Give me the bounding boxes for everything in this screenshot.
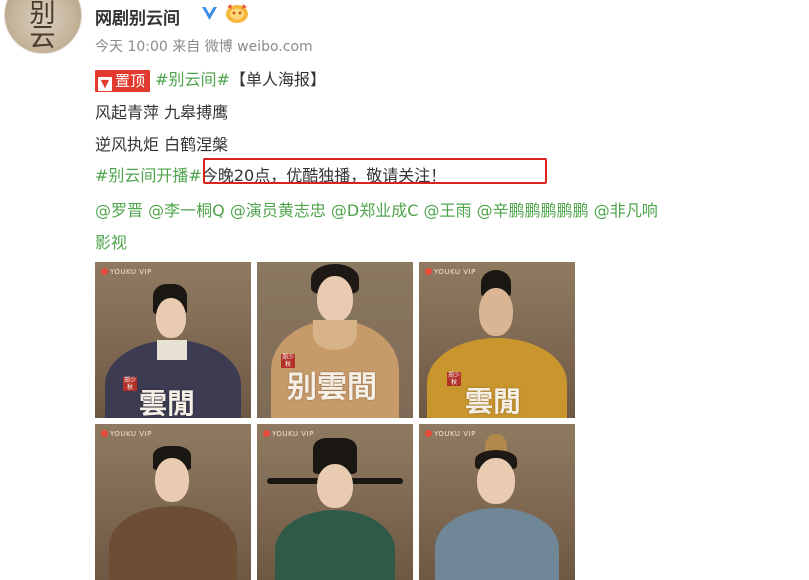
post-meta: 今天 10:00 来自 微博 weibo.com	[95, 36, 313, 56]
hashtag-link[interactable]: #别云间#	[155, 70, 230, 89]
post-line-2: 风起青萍 九皋搏鹰	[95, 103, 229, 122]
mention-link[interactable]: @李一桐Q	[148, 201, 225, 220]
post-time[interactable]: 今天 10:00	[95, 39, 168, 55]
poster-image[interactable]: YOUKU VIP	[419, 424, 575, 580]
poster-image[interactable]: YOUKU VIP 郑少秋 雲閒	[419, 262, 575, 418]
poster-image[interactable]: YOUKU VIP	[257, 424, 413, 580]
mentions-line: @罗晋 @李一桐Q @演员黄志忠 @D郑业成C @王雨 @辛鹏鹏鹏鹏鹏 @非凡响	[95, 197, 658, 221]
poster-title: 别雲間	[287, 370, 377, 405]
hashtag-link[interactable]: #别云间开播#	[95, 166, 202, 185]
post-line-1: ▼ 置顶 #别云间#【单人海报】	[95, 66, 326, 92]
youku-logo: YOUKU VIP	[101, 430, 152, 438]
pin-icon: ▼	[98, 76, 112, 91]
pinned-badge: ▼ 置顶	[95, 69, 151, 92]
mention-link[interactable]: @非凡响	[594, 201, 658, 220]
user-avatar[interactable]: 别云	[4, 0, 82, 54]
youku-logo: YOUKU VIP	[425, 430, 476, 438]
youku-logo: YOUKU VIP	[101, 268, 152, 276]
post-line-1-text: 【单人海报】	[229, 70, 326, 89]
mention-link[interactable]: @罗晋	[95, 201, 143, 220]
mention-link[interactable]: @辛鹏鹏鹏鹏鹏	[477, 201, 589, 220]
pin-label: 置顶	[115, 71, 146, 90]
poster-image[interactable]: 郑少秋 别雲間	[257, 262, 413, 418]
poster-title: 雲閒	[139, 387, 196, 418]
source-prefix: 来自	[172, 39, 201, 55]
mention-link[interactable]: @王雨	[424, 201, 472, 220]
username[interactable]: 网剧别云间	[95, 4, 180, 29]
poster-image[interactable]: YOUKU VIP 郑少秋 雲閒	[95, 262, 251, 418]
mention-link[interactable]: @演员黄志忠	[230, 201, 326, 220]
avatar-glyph: 别云	[25, 0, 55, 47]
youku-logo: YOUKU VIP	[263, 430, 314, 438]
verified-badge-icon	[200, 4, 219, 23]
poster-title: 雲閒	[465, 385, 522, 418]
post-line-3: 逆风执炬 白鹤涅槃	[95, 135, 229, 154]
youku-logo: YOUKU VIP	[425, 268, 476, 276]
poster-image[interactable]: YOUKU VIP	[95, 424, 251, 580]
mention-link[interactable]: @D郑业成C	[331, 201, 419, 220]
mention-link-continued[interactable]: 影视	[95, 229, 127, 253]
highlight-box	[203, 158, 547, 184]
vip-member-icon[interactable]	[224, 2, 250, 24]
post-source[interactable]: 微博 weibo.com	[205, 39, 313, 55]
